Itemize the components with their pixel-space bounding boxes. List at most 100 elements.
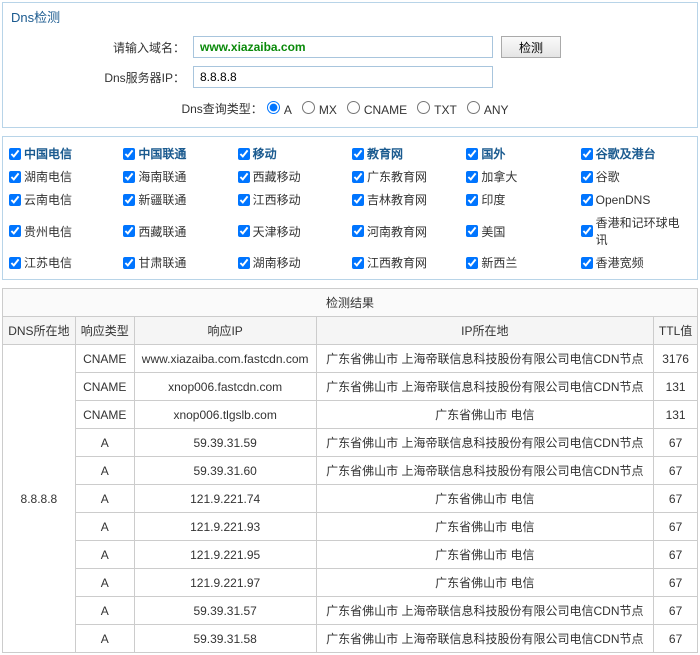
- query-type-radio-a[interactable]: [267, 101, 280, 114]
- result-cell-type: A: [75, 569, 134, 597]
- isp-item[interactable]: 谷歌: [581, 168, 691, 185]
- isp-header-label: 中国电信: [24, 145, 72, 162]
- isp-label: 谷歌: [596, 168, 620, 185]
- isp-label: 新西兰: [481, 254, 517, 271]
- isp-item[interactable]: 吉林教育网: [352, 191, 462, 208]
- isp-item[interactable]: 甘肃联通: [123, 254, 233, 271]
- isp-item[interactable]: 海南联通: [123, 168, 233, 185]
- query-type-radio-cname[interactable]: [347, 101, 360, 114]
- isp-checkbox[interactable]: [352, 194, 364, 206]
- isp-item[interactable]: 湖南电信: [9, 168, 119, 185]
- query-type-label-txt: TXT: [434, 103, 457, 117]
- isp-item[interactable]: 江西移动: [238, 191, 348, 208]
- table-row: CNAMExnop006.tlgslb.com广东省佛山市 电信131: [3, 401, 698, 429]
- isp-header-item[interactable]: 中国联通: [123, 145, 233, 162]
- isp-label: 香港和记环球电讯: [596, 214, 691, 248]
- isp-label: 海南联通: [138, 168, 186, 185]
- isp-item[interactable]: 香港宽频: [581, 254, 691, 271]
- isp-checkbox[interactable]: [238, 225, 250, 237]
- isp-header-label: 中国联通: [138, 145, 186, 162]
- isp-checkbox[interactable]: [9, 194, 21, 206]
- isp-header-item[interactable]: 中国电信: [9, 145, 119, 162]
- isp-checkbox[interactable]: [581, 194, 593, 206]
- isp-checkbox[interactable]: [466, 225, 478, 237]
- result-header-cell: TTL值: [654, 317, 698, 345]
- isp-item[interactable]: 加拿大: [466, 168, 576, 185]
- isp-checkbox[interactable]: [466, 194, 478, 206]
- isp-checkbox[interactable]: [581, 148, 593, 160]
- isp-label: 加拿大: [481, 168, 517, 185]
- isp-checkbox[interactable]: [466, 257, 478, 269]
- isp-label: 江西教育网: [367, 254, 427, 271]
- isp-checkbox[interactable]: [123, 257, 135, 269]
- result-table: DNS所在地响应类型响应IPIP所在地TTL值 8.8.8.8CNAMEwww.…: [2, 316, 698, 653]
- isp-item[interactable]: 西藏移动: [238, 168, 348, 185]
- isp-checkbox[interactable]: [9, 171, 21, 183]
- result-cell-ttl: 131: [654, 373, 698, 401]
- isp-item[interactable]: 美国: [466, 214, 576, 248]
- isp-checkbox[interactable]: [352, 257, 364, 269]
- domain-label: 请输入域名：: [23, 39, 193, 56]
- result-cell-loc: 广东省佛山市 电信: [316, 513, 654, 541]
- isp-header-item[interactable]: 教育网: [352, 145, 462, 162]
- isp-checkbox[interactable]: [123, 225, 135, 237]
- result-cell-type: CNAME: [75, 345, 134, 373]
- isp-header-item[interactable]: 国外: [466, 145, 576, 162]
- isp-item[interactable]: 云南电信: [9, 191, 119, 208]
- isp-item[interactable]: 江西教育网: [352, 254, 462, 271]
- isp-checkbox[interactable]: [238, 148, 250, 160]
- server-label: Dns服务器IP：: [23, 69, 193, 86]
- detect-button[interactable]: 检测: [501, 36, 561, 58]
- isp-checkbox[interactable]: [352, 171, 364, 183]
- isp-item[interactable]: 江苏电信: [9, 254, 119, 271]
- isp-label: 吉林教育网: [367, 191, 427, 208]
- isp-checkbox[interactable]: [9, 225, 21, 237]
- isp-checkbox[interactable]: [238, 257, 250, 269]
- isp-item[interactable]: 天津移动: [238, 214, 348, 248]
- isp-checkbox[interactable]: [238, 194, 250, 206]
- isp-checkbox[interactable]: [9, 148, 21, 160]
- query-type-radio-any[interactable]: [467, 101, 480, 114]
- isp-checkbox[interactable]: [123, 171, 135, 183]
- result-cell-ip: xnop006.tlgslb.com: [134, 401, 316, 429]
- isp-checkbox[interactable]: [466, 148, 478, 160]
- table-row: A59.39.31.60广东省佛山市 上海帝联信息科技股份有限公司电信CDN节点…: [3, 457, 698, 485]
- isp-checkbox[interactable]: [123, 194, 135, 206]
- isp-checkbox[interactable]: [352, 148, 364, 160]
- isp-label: 香港宽频: [596, 254, 644, 271]
- server-input[interactable]: [193, 66, 493, 88]
- isp-header-item[interactable]: 移动: [238, 145, 348, 162]
- result-cell-loc: 广东省佛山市 电信: [316, 569, 654, 597]
- result-cell-ttl: 67: [654, 429, 698, 457]
- panel-title: Dns检测: [3, 3, 697, 30]
- isp-item[interactable]: 湖南移动: [238, 254, 348, 271]
- query-type-radio-mx[interactable]: [302, 101, 315, 114]
- isp-checkbox[interactable]: [352, 225, 364, 237]
- isp-checkbox[interactable]: [123, 148, 135, 160]
- isp-checkbox[interactable]: [581, 257, 593, 269]
- isp-header-label: 移动: [253, 145, 277, 162]
- isp-checkbox[interactable]: [581, 171, 593, 183]
- isp-item[interactable]: 新西兰: [466, 254, 576, 271]
- isp-item[interactable]: 河南教育网: [352, 214, 462, 248]
- isp-checkbox[interactable]: [466, 171, 478, 183]
- domain-input[interactable]: [193, 36, 493, 58]
- isp-header-item[interactable]: 谷歌及港台: [581, 145, 691, 162]
- isp-checkbox[interactable]: [238, 171, 250, 183]
- isp-item[interactable]: 广东教育网: [352, 168, 462, 185]
- isp-item[interactable]: 印度: [466, 191, 576, 208]
- isp-checkbox[interactable]: [9, 257, 21, 269]
- isp-checkbox[interactable]: [581, 225, 593, 237]
- isp-item[interactable]: 贵州电信: [9, 214, 119, 248]
- isp-item[interactable]: 新疆联通: [123, 191, 233, 208]
- result-cell-loc: 广东省佛山市 上海帝联信息科技股份有限公司电信CDN节点: [316, 429, 654, 457]
- isp-item[interactable]: OpenDNS: [581, 191, 691, 208]
- isp-item[interactable]: 西藏联通: [123, 214, 233, 248]
- result-cell-type: A: [75, 457, 134, 485]
- isp-item[interactable]: 香港和记环球电讯: [581, 214, 691, 248]
- query-type-radio-txt[interactable]: [417, 101, 430, 114]
- isp-header-label: 谷歌及港台: [596, 145, 656, 162]
- result-cell-ip: www.xiazaiba.com.fastcdn.com: [134, 345, 316, 373]
- result-cell-loc: 广东省佛山市 电信: [316, 401, 654, 429]
- query-type-label-cname: CNAME: [364, 103, 407, 117]
